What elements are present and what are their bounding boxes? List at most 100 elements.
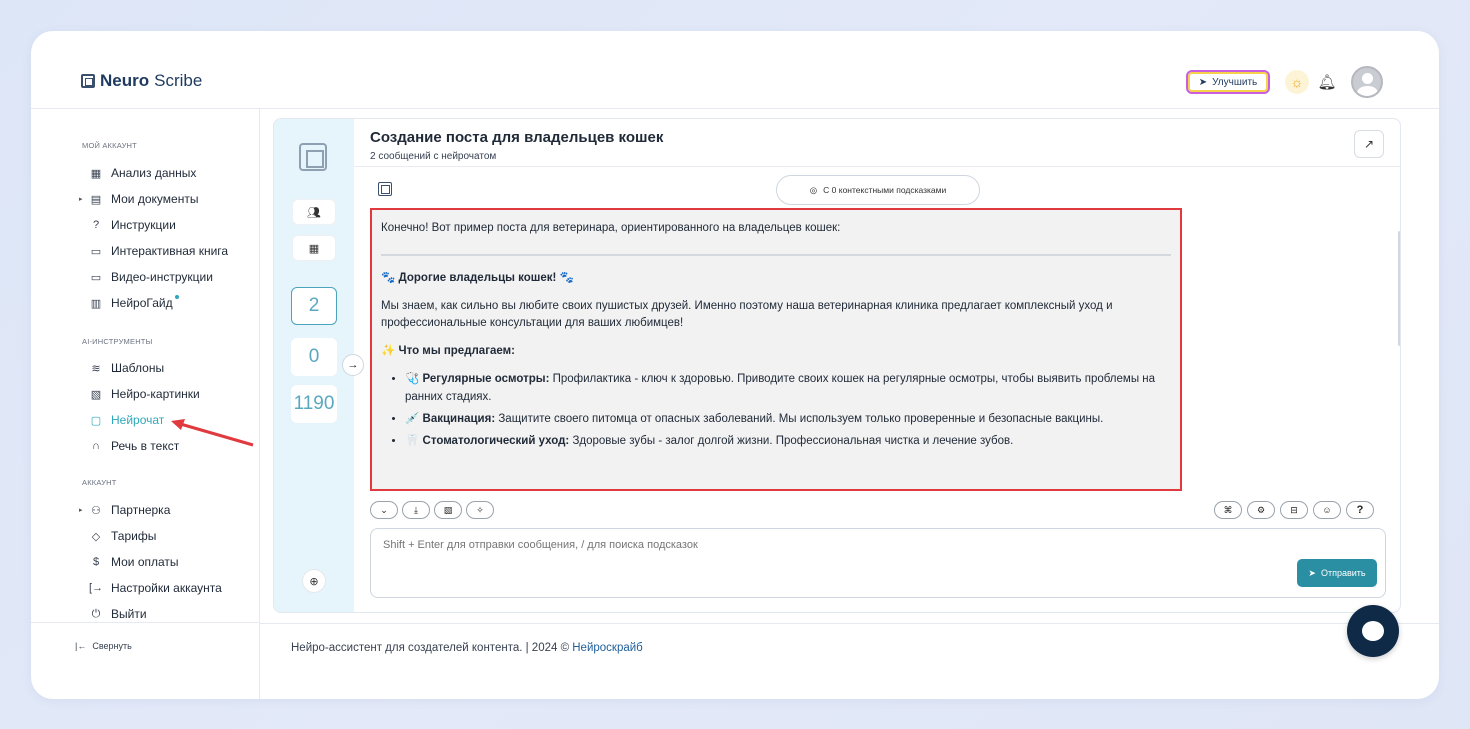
arrow-right-icon[interactable]: → [342,354,364,376]
sidebar-item-neuro-images[interactable]: ▧ Нейро-картинки [79,386,200,402]
grid-icon: ▦ [90,167,102,180]
sidebar-item-label: Инструкции [111,218,176,232]
top-bar: Neuro Scribe ➤ Улучшить ☼ 🔔︎ [31,31,1439,109]
sidebar-item-neurochat[interactable]: ▢ Нейрочат [79,412,165,428]
item-bold: Стоматологический уход: [422,434,570,447]
section-title-account: Мой аккаунт [82,141,137,150]
headphones-icon: ∩ [92,440,100,452]
chat-title: Создание поста для владельцев кошек [370,129,664,146]
support-chat-button[interactable] [1347,605,1399,657]
toolbar-left: ⌄ ⤓ ▧ ✧ [370,501,494,519]
layout-icon[interactable]: ⊟ [1280,501,1308,519]
bell-icon[interactable]: 🔔︎ [1316,71,1338,93]
footer-link[interactable]: Нейроскрайб [572,642,643,654]
item-text: Здоровые зубы - залог долгой жизни. Проф… [569,434,1014,447]
sidebar-item-label: Мои оплаты [111,555,179,569]
list-item: 🩺 Регулярные осмотры: Профилактика - клю… [405,371,1171,407]
sidebar-item-label: Нейрочат [111,413,165,427]
context-hints-button[interactable]: ◎ С 0 контекстными подсказками [776,175,980,205]
offer-heading: ✨ Что мы предлагаем: [381,343,1171,361]
document-icon: ▤ [90,193,102,206]
item-text: Защитите своего питомца от опасных забол… [495,412,1104,425]
rocket-icon: ➤ [1198,76,1208,88]
item-bold: Регулярные осмотры: [422,373,550,386]
sidebar-item-data-analysis[interactable]: ▦ Анализ данных [79,165,197,181]
send-icon: ➤ [1308,567,1316,578]
chevrons-down-icon[interactable]: ⌄ [370,501,398,519]
sidebar-item-video-instructions[interactable]: ▭ Видео-инструкции [79,269,213,285]
sidebar-item-logout[interactable]: ⏻ Выйти [79,606,147,622]
footer-copy: Нейро-ассистент для создателей контента.… [291,642,573,654]
sidebar-item-account-settings[interactable]: [→ Настройки аккаунта [79,580,222,596]
tooth-icon: 🦷 [405,434,420,447]
image-icon: ▧ [90,388,102,401]
sidebar-item-payments[interactable]: $ Мои оплаты [79,554,179,570]
grid-icon[interactable]: ▦ [292,235,336,261]
message-input[interactable] [383,539,1283,579]
paw-icon: 🐾 [559,271,574,284]
syringe-icon: 💉 [405,412,420,425]
sidebar-item-label: Мои документы [111,192,199,206]
logo-rest: Scribe [154,71,203,90]
count-box-messages[interactable]: 2 [291,287,337,325]
item-bold: Вакцинация: [422,412,496,425]
annotation-arrow-icon [171,419,254,447]
avatar[interactable] [1351,66,1383,98]
footer-text: Нейро-ассистент для создателей контента.… [291,642,643,654]
add-icon[interactable]: ⊕ [302,569,326,593]
sparkle-icon: ✨ [381,345,396,358]
sidebar-item-instructions[interactable]: ? Инструкции [79,217,176,233]
sidebar-item-my-documents[interactable]: ▸ ▤ Мои документы [79,191,198,207]
sidebar-item-label: Интерактивная книга [111,244,229,258]
magic-wand-icon[interactable]: ✧ [466,501,494,519]
robot-icon[interactable]: ☺ [1313,501,1341,519]
caret-right-icon: ▸ [79,196,83,203]
users-icon: ⚇ [91,504,101,517]
upgrade-label: Улучшить [1212,76,1258,88]
help-icon[interactable]: ? [1346,501,1374,519]
sidebar-item-label: Нейро-картинки [111,387,200,401]
power-icon: ⏻ [91,607,101,620]
book-icon: ▭ [90,245,102,258]
bot-message: Конечно! Вот пример поста для ветеринара… [370,208,1182,491]
app-logo[interactable]: Neuro Scribe [81,71,202,91]
message-input-box: ➤ Отправить [370,528,1386,598]
stethoscope-icon: 🩺 [405,373,420,386]
section-title-account2: Аккаунт [82,478,117,487]
sidebar-divider [31,622,259,623]
caret-right-icon: ▸ [79,507,83,514]
image-icon[interactable]: ▧ [434,501,462,519]
collapse-icon: |← [75,641,87,651]
sidebar-item-label: Тарифы [111,529,157,543]
sidebar-item-label: Речь в текст [111,439,180,453]
list-item: 💉 Вакцинация: Защитите своего питомца от… [405,411,1171,429]
puzzle-icon[interactable]: ⌘ [1214,501,1242,519]
send-label: Отправить [1320,568,1366,578]
sidebar-item-label: Шаблоны [111,361,165,375]
count-box-tokens[interactable]: 1190 [291,385,337,423]
scrollbar[interactable] [1398,231,1400,346]
video-icon: ▭ [90,271,102,284]
chat-subtitle: 2 сообщений с нейрочатом [370,151,497,162]
sidebar-item-partners[interactable]: ▸ ⚇ Партнерка [79,502,170,518]
sidebar-item-interactive-book[interactable]: ▭ Интерактивная книга [79,243,228,259]
download-icon[interactable]: ⤓ [402,501,430,519]
sun-icon[interactable]: ☼ [1285,70,1309,94]
sidebar-item-tariffs[interactable]: ◇ Тарифы [79,528,157,544]
message-divider [381,253,1171,256]
sidebar-item-label: Партнерка [111,503,171,517]
collapse-button[interactable]: |← Свернуть [75,641,132,651]
upgrade-button[interactable]: ➤ Улучшить [1186,70,1270,94]
sidebar-item-neuroguide[interactable]: ▥ НейроГайд [79,295,179,311]
users-icon[interactable]: 👥︎ [292,199,336,225]
message-paragraph: Мы знаем, как сильно вы любите своих пуш… [381,299,1113,330]
send-button[interactable]: ➤ Отправить [1297,559,1377,587]
offer-list: 🩺 Регулярные осмотры: Профилактика - клю… [381,371,1171,450]
sidebar-item-templates[interactable]: ≋ Шаблоны [79,360,164,376]
sidebar-item-speech-to-text[interactable]: ∩ Речь в текст [79,438,179,454]
count-box-hints[interactable]: 0 [291,338,337,376]
share-button[interactable]: ↗ [1354,130,1384,158]
chat-header: Создание поста для владельцев кошек 2 со… [354,119,1400,167]
settings-icon[interactable]: ⚙ [1247,501,1275,519]
dollar-icon: $ [92,556,100,568]
